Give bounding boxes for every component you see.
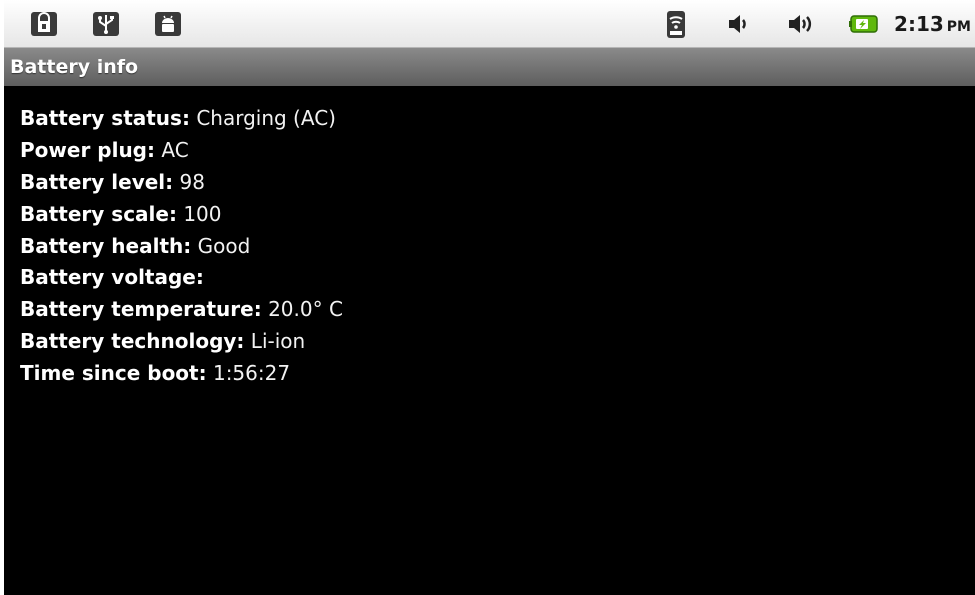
info-row-temperature: Battery temperature: 20.0° C (20, 293, 343, 325)
info-label: Battery technology: (20, 329, 245, 354)
lock-bag-icon (30, 11, 58, 37)
info-value: 20.0° C (268, 297, 343, 322)
info-value: 100 (183, 201, 222, 226)
info-label: Time since boot: (20, 361, 207, 386)
info-value: Li-ion (250, 329, 306, 354)
battery-info-list: Battery status: Charging (AC) Power plug… (20, 102, 343, 389)
clock-time: 2:13 (894, 12, 944, 36)
info-row-scale: Battery scale: 100 (20, 198, 343, 230)
android-debug-icon (154, 11, 182, 37)
info-row-power-plug: Power plug: AC (20, 134, 343, 166)
info-value: AC (161, 137, 189, 162)
info-row-level: Battery level: 98 (20, 166, 343, 198)
clock-ampm: PM (946, 19, 971, 35)
battery-charging-icon (848, 11, 880, 37)
info-label: Battery voltage: (20, 265, 204, 290)
info-row-health: Battery health: Good (20, 230, 343, 262)
signal-icon (666, 11, 686, 38)
info-value: 98 (179, 169, 205, 194)
info-row-uptime: Time since boot: 1:56:27 (20, 357, 343, 389)
page-title: Battery info (10, 56, 139, 78)
info-value: Good (197, 233, 251, 258)
status-bar[interactable]: 2:13 PM (4, 0, 975, 47)
info-label: Battery status: (20, 106, 190, 130)
info-row-status: Battery status: Charging (AC) (20, 102, 343, 134)
volume-loud-icon (786, 11, 814, 37)
usb-icon (92, 11, 120, 37)
info-label: Power plug: (20, 137, 155, 162)
info-label: Battery health: (20, 233, 192, 258)
screen: 2:13 PM Battery info Battery status: Char… (0, 0, 975, 595)
info-row-voltage: Battery voltage: (20, 261, 343, 293)
info-value: 1:56:27 (212, 361, 291, 386)
info-label: Battery scale: (20, 201, 177, 226)
volume-icon (726, 11, 754, 37)
title-bar: Battery info (4, 47, 975, 86)
status-clock: 2:13 PM (894, 9, 971, 39)
info-value: Charging (AC) (196, 106, 336, 130)
info-label: Battery level: (20, 169, 174, 194)
info-label: Battery temperature: (20, 297, 262, 322)
info-row-technology: Battery technology: Li-ion (20, 325, 343, 357)
